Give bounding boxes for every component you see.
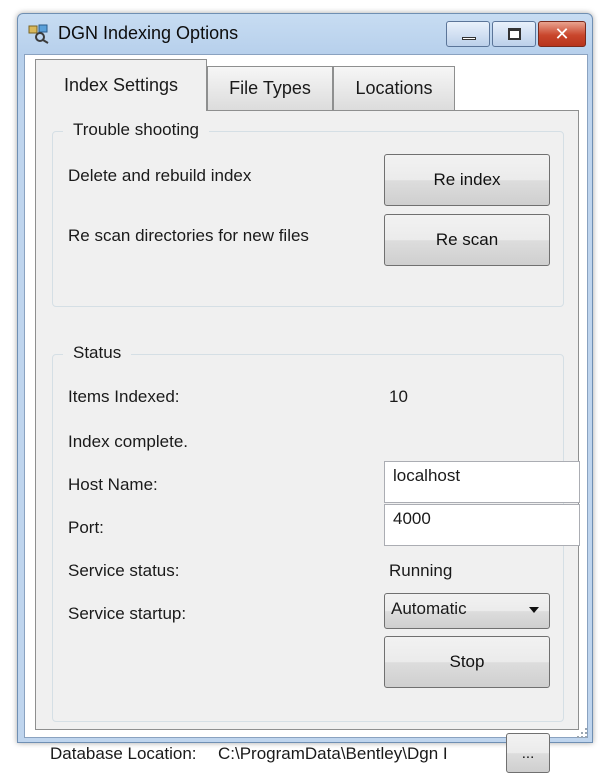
items-indexed-label: Items Indexed: (68, 387, 180, 406)
tab-file-types[interactable]: File Types (207, 66, 333, 110)
delete-rebuild-label: Delete and rebuild index (68, 166, 252, 185)
port-label: Port: (68, 518, 104, 537)
items-indexed-value: 10 (389, 387, 408, 406)
database-location-label: Database Location: (50, 744, 197, 763)
minimize-button[interactable] (446, 21, 490, 47)
host-name-label: Host Name: (68, 475, 158, 494)
service-startup-label: Service startup: (68, 604, 187, 623)
browse-database-button[interactable]: ... (506, 733, 550, 773)
chevron-down-icon (529, 607, 539, 613)
service-status-value: Running (389, 561, 453, 580)
title-bar[interactable]: DGN Indexing Options ✕ (18, 14, 592, 54)
indexing-app-icon (28, 24, 50, 44)
troubleshooting-legend: Trouble shooting (63, 120, 210, 140)
service-startup-select[interactable]: Automatic (384, 593, 550, 629)
resize-grip-icon[interactable] (576, 726, 588, 738)
port-field[interactable]: 4000 (384, 504, 580, 546)
rescan-button[interactable]: Re scan (384, 214, 550, 266)
close-button[interactable]: ✕ (538, 21, 586, 47)
index-settings-panel: Trouble shooting Delete and rebuild inde… (35, 110, 580, 773)
service-status-label: Service status: (68, 561, 180, 580)
reindex-button[interactable]: Re index (384, 154, 550, 206)
rescan-label: Re scan directories for new files (68, 226, 309, 245)
tab-locations[interactable]: Locations (333, 66, 455, 110)
maximize-button[interactable] (492, 21, 536, 47)
host-name-field[interactable]: localhost (384, 461, 580, 503)
close-icon: ✕ (554, 23, 570, 45)
stop-service-button[interactable]: Stop (384, 636, 550, 688)
maximize-icon (508, 28, 521, 40)
database-location-path: C:\ProgramData\Bentley\Dgn I (218, 744, 448, 763)
minimize-icon (462, 37, 476, 40)
troubleshooting-group: Trouble shooting Delete and rebuild inde… (52, 120, 564, 307)
status-group: Status Items Indexed: 10 Index complete.… (52, 343, 580, 722)
window-title: DGN Indexing Options (58, 23, 239, 43)
dgn-indexing-options-window: DGN Indexing Options ✕ Index Settings Fi… (17, 13, 593, 773)
dialog-client-area: Index Settings File Types Locations Trou… (24, 54, 588, 773)
index-state-text: Index complete. (68, 432, 189, 451)
service-startup-selected-value: Automatic (391, 599, 467, 618)
status-legend: Status (63, 343, 132, 363)
tab-index-settings[interactable]: Index Settings (35, 59, 207, 111)
